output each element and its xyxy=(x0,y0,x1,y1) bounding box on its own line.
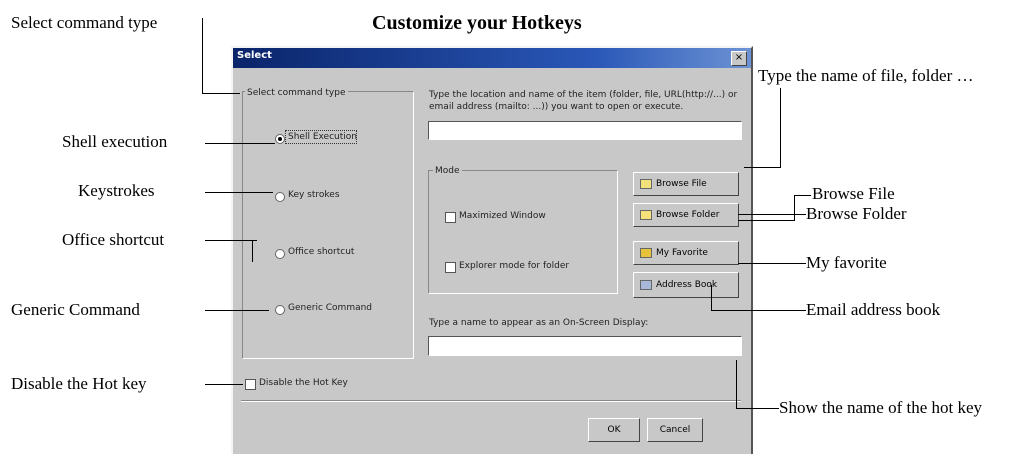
callout-shell-execution: Shell execution xyxy=(62,132,168,151)
leader-line xyxy=(252,240,253,262)
disable-hot-key-checkbox[interactable] xyxy=(245,379,256,390)
osd-prompt: Type a name to appear as an On-Screen Di… xyxy=(429,318,649,328)
callout-show-name: Show the name of the hot key xyxy=(779,398,983,417)
leader-line xyxy=(736,360,737,409)
disable-hot-key-label[interactable]: Disable the Hot Key xyxy=(259,378,348,388)
cancel-button[interactable]: Cancel xyxy=(647,418,703,442)
maximized-window-label[interactable]: Maximized Window xyxy=(459,211,546,221)
close-icon[interactable]: × xyxy=(731,51,747,66)
callout-office-shortcut: Office shortcut xyxy=(62,230,165,249)
leader-line xyxy=(738,263,806,264)
leader-line xyxy=(202,93,240,94)
ok-button[interactable]: OK xyxy=(588,418,640,442)
leader-line xyxy=(205,384,243,385)
select-dialog: Select × Select command type Shell Execu… xyxy=(231,46,753,454)
maximized-window-checkbox[interactable] xyxy=(445,212,456,223)
location-prompt-line1: Type the location and name of the item (… xyxy=(429,90,738,100)
mode-group xyxy=(428,170,618,294)
browse-file-label: Browse File xyxy=(656,179,707,189)
ok-label: OK xyxy=(607,425,621,435)
leader-line xyxy=(205,143,275,144)
location-input[interactable] xyxy=(428,121,742,140)
dialog-title: Select xyxy=(237,50,272,61)
browse-folder-label: Browse Folder xyxy=(656,210,720,220)
star-folder-icon xyxy=(640,248,652,258)
callout-browse-file: Browse File xyxy=(812,184,895,203)
leader-line xyxy=(794,195,811,196)
explorer-mode-label[interactable]: Explorer mode for folder xyxy=(459,261,569,271)
leader-line xyxy=(202,18,203,94)
generic-command-radio[interactable] xyxy=(275,305,285,315)
leader-line xyxy=(736,408,779,409)
osd-name-input[interactable] xyxy=(428,336,742,356)
leader-line xyxy=(738,214,806,215)
explorer-mode-checkbox[interactable] xyxy=(445,262,456,273)
my-favorite-button[interactable]: My Favorite xyxy=(633,241,739,265)
my-favorite-label: My Favorite xyxy=(656,248,708,258)
location-prompt-line2: email address (mailto: ...)) you want to… xyxy=(429,102,684,112)
leader-line xyxy=(780,88,781,168)
leader-line xyxy=(205,310,269,311)
page-title: Customize your Hotkeys xyxy=(372,12,582,34)
browse-folder-button[interactable]: Browse Folder xyxy=(633,203,739,227)
callout-browse-folder: Browse Folder xyxy=(806,204,907,223)
callout-type-name: Type the name of file, folder … xyxy=(758,66,974,85)
callout-email-address-book: Email address book xyxy=(806,300,941,319)
key-strokes-label[interactable]: Key strokes xyxy=(288,190,340,200)
address-book-button[interactable]: Address Book xyxy=(633,272,739,298)
title-bar: Select × xyxy=(233,48,751,68)
key-strokes-radio[interactable] xyxy=(275,192,285,202)
callout-my-favorite: My favorite xyxy=(806,253,887,272)
leader-line xyxy=(205,192,273,193)
leader-line xyxy=(711,285,712,311)
folder-open-icon xyxy=(640,179,652,189)
callout-keystrokes: Keystrokes xyxy=(78,181,155,200)
address-book-label: Address Book xyxy=(656,280,718,290)
callout-generic-command: Generic Command xyxy=(11,300,140,319)
leader-line xyxy=(205,240,257,241)
generic-command-label[interactable]: Generic Command xyxy=(288,303,372,313)
leader-line xyxy=(744,167,781,168)
command-type-label: Select command type xyxy=(245,88,348,98)
office-shortcut-radio[interactable] xyxy=(275,249,285,259)
browse-file-button[interactable]: Browse File xyxy=(633,172,739,196)
separator xyxy=(241,400,741,402)
folder-icon xyxy=(640,210,652,220)
leader-line xyxy=(794,195,795,221)
shell-execution-radio[interactable] xyxy=(275,134,285,144)
focus-rect xyxy=(285,130,357,144)
address-book-icon xyxy=(640,280,652,290)
mode-label: Mode xyxy=(433,166,462,176)
leader-line xyxy=(711,310,806,311)
callout-disable-hot-key: Disable the Hot key xyxy=(11,374,147,393)
cancel-label: Cancel xyxy=(659,425,691,435)
office-shortcut-label[interactable]: Office shortcut xyxy=(288,247,354,257)
leader-line xyxy=(738,220,795,221)
callout-select-command-type: Select command type xyxy=(11,13,158,32)
